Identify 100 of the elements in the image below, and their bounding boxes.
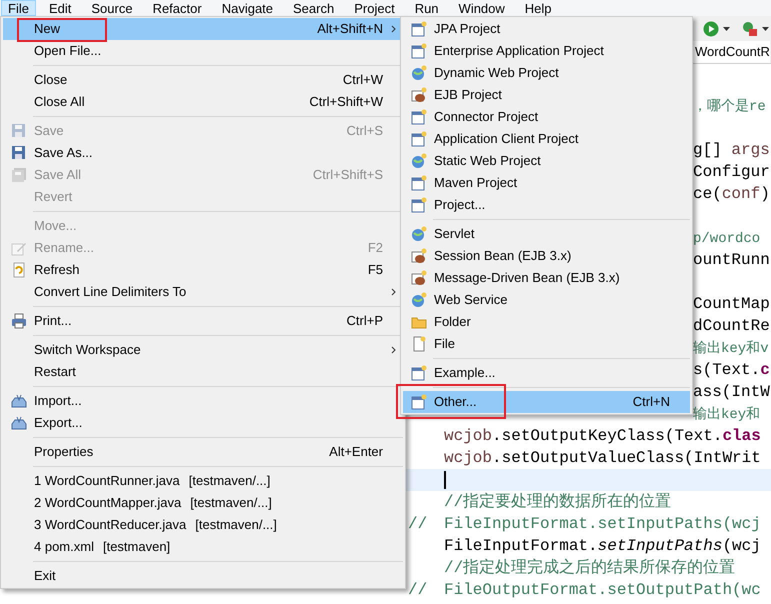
menu-item[interactable]: Example... [403, 362, 690, 384]
menu-item[interactable]: Save As... [3, 142, 403, 164]
menu-item[interactable]: 3 WordCountReducer.java [testmaven/...] [3, 514, 403, 536]
menu-item[interactable]: Folder [403, 311, 690, 333]
menu-bar-item[interactable]: Edit [42, 0, 78, 16]
code-line: FileInputFormat.setInputPaths(wcj [444, 536, 761, 557]
menu-item[interactable]: Enterprise Application Project [403, 40, 690, 62]
menu-item[interactable]: New Alt+Shift+N [3, 18, 403, 40]
window-icon [410, 197, 426, 213]
menu-item-label: 3 WordCountReducer.java [34, 516, 186, 534]
document-icon [410, 336, 426, 352]
menu-bar-item[interactable]: Help [518, 0, 559, 16]
shortcut-label: Ctrl+Shift+W [309, 93, 383, 112]
shortcut-label: Ctrl+Shift+S [312, 166, 383, 184]
chevron-right-icon [390, 346, 396, 354]
menu-item-label: Move... [34, 217, 77, 236]
code-line: dCountRe [693, 316, 770, 337]
menu-item[interactable]: Project... [403, 194, 690, 216]
menu-item[interactable]: File [403, 333, 690, 355]
menu-item-label: Refresh [34, 261, 80, 280]
code-line: CountMap [693, 294, 770, 315]
caret-icon[interactable] [762, 26, 769, 30]
menu-item[interactable]: Import... [3, 390, 403, 412]
menu-item[interactable]: Export... [3, 412, 403, 434]
run-icon[interactable] [703, 20, 719, 36]
menu-item[interactable]: Message-Driven Bean (EJB 3.x) [403, 267, 690, 289]
menu-item[interactable]: Convert Line Delimiters To [3, 281, 403, 303]
menu-bar-item[interactable]: Source [84, 0, 140, 16]
menu-item-label: 4 pom.xml [34, 538, 94, 556]
bug-icon[interactable] [742, 20, 758, 36]
code-line: Configur [693, 162, 770, 183]
menu-item[interactable]: Switch Workspace [3, 339, 403, 361]
menu-item[interactable]: Dynamic Web Project [403, 62, 690, 84]
menu-item[interactable]: Connector Project [403, 106, 690, 128]
menu-item[interactable]: EJB Project [403, 84, 690, 106]
shortcut-label: Ctrl+W [342, 71, 383, 90]
code-line: ountRunn [693, 250, 770, 271]
refresh-icon [10, 262, 26, 278]
menu-item[interactable]: Restart [3, 361, 403, 383]
menu-item-path: [testmaven/...] [195, 516, 277, 534]
code-line: s(Text.c [693, 360, 770, 381]
menu-item[interactable]: Application Client Project [403, 128, 690, 150]
menu-item[interactable]: Open File... [3, 40, 403, 62]
menu-item[interactable]: Refresh F5 [3, 259, 403, 281]
editor-tab[interactable]: WordCountR [690, 41, 770, 63]
window-icon [410, 175, 426, 191]
menu-item-label: Rename... [34, 239, 94, 258]
bean-icon [410, 248, 426, 264]
bean-icon [410, 270, 426, 286]
menu-item-label: Web Service [434, 291, 508, 310]
menu-item[interactable]: Print... Ctrl+P [3, 310, 403, 332]
code-line: //指定要处理的数据所在的位置 [444, 492, 672, 513]
menu-item-label: Switch Workspace [34, 341, 141, 360]
menu-item[interactable]: Exit [3, 565, 403, 587]
menu-item[interactable]: Close Ctrl+W [3, 69, 403, 91]
menu-item-path: [testmaven/...] [190, 494, 272, 512]
menu-bar-item[interactable]: Navigate [214, 0, 280, 16]
menu-item-label: Maven Project [434, 174, 518, 192]
menu-item[interactable]: 2 WordCountMapper.java [testmaven/...] [3, 492, 403, 514]
menu-bar-item[interactable]: File [1, 0, 36, 16]
floppy-disk-icon [10, 167, 26, 183]
menu-item-label: Connector Project [434, 108, 538, 126]
code-line: FileOutputFormat.setOutputPath(wc [444, 580, 761, 601]
globe-icon [410, 153, 426, 169]
menu-item[interactable]: 4 pom.xml [testmaven] [3, 536, 403, 558]
menu-item-label: Application Client Project [434, 130, 579, 148]
menu-item[interactable]: Servlet [403, 223, 690, 245]
menu-item-label: Save As... [34, 144, 93, 162]
menu-item-label: Revert [34, 188, 72, 206]
menu-item-label: Close All [34, 93, 85, 112]
code-line: 输出key和v [693, 340, 769, 358]
code-line: ass(IntW [693, 382, 770, 403]
tray-icon [10, 393, 26, 409]
menu-item[interactable]: Other... Ctrl+N [403, 391, 690, 413]
window-icon [410, 109, 426, 125]
menu-item-label: Enterprise Application Project [434, 42, 604, 60]
menu-bar-item[interactable]: Search [286, 0, 342, 16]
menu-bar-item[interactable]: Refactor [146, 0, 209, 16]
menu-item[interactable]: Session Bean (EJB 3.x) [403, 245, 690, 267]
menu-item-label: 1 WordCountRunner.java [34, 472, 180, 490]
menu-item[interactable]: Static Web Project [403, 150, 690, 172]
code-line: 输出key和 [693, 406, 760, 424]
menu-item[interactable]: JPA Project [403, 18, 690, 40]
menu-item[interactable]: Properties Alt+Enter [3, 441, 403, 463]
menu-item[interactable]: Maven Project [403, 172, 690, 194]
menu-item-label: Exit [34, 567, 56, 586]
code-line: ce(conf) [693, 184, 770, 205]
menu-item[interactable]: Web Service [403, 289, 690, 311]
menu-bar-item[interactable]: Project [347, 0, 402, 16]
menu-item-label: Static Web Project [434, 152, 541, 170]
menu-item[interactable]: Close All Ctrl+Shift+W [3, 91, 403, 113]
menu-bar-item[interactable]: Run [408, 0, 446, 16]
menu-item-label: EJB Project [434, 86, 502, 104]
code-line: wcjob.setOutputValueClass(IntWrit [444, 448, 761, 469]
shortcut-label: Ctrl+P [346, 312, 383, 330]
caret-icon[interactable] [723, 26, 730, 30]
menu-bar-item[interactable]: Window [452, 0, 512, 16]
menu-item[interactable]: 1 WordCountRunner.java [testmaven/...] [3, 470, 403, 492]
menu-item-label: Project... [434, 196, 486, 214]
menu-item-label: Other... [434, 393, 477, 412]
